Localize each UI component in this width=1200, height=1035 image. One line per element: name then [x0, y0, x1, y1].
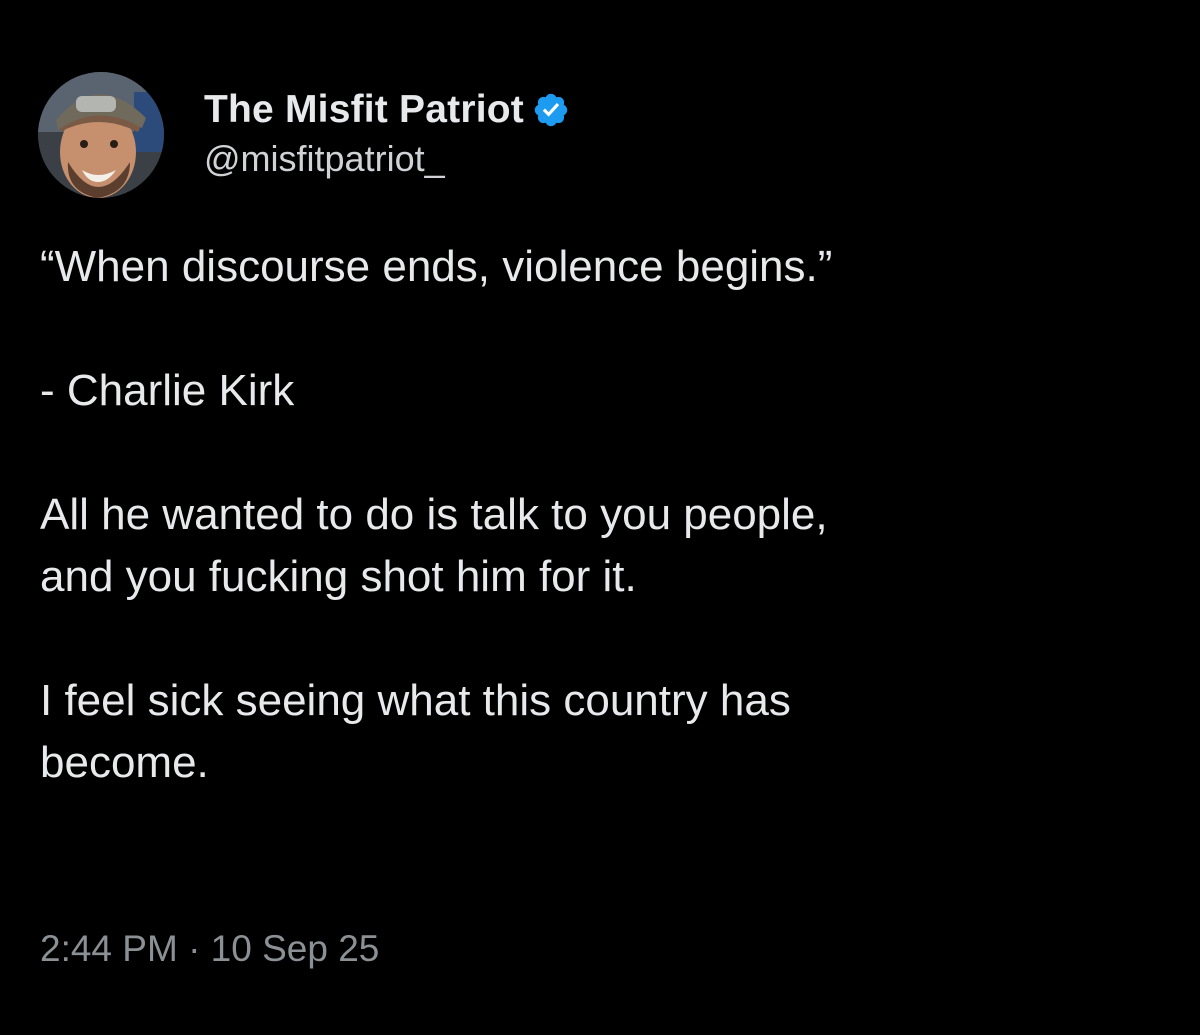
tweet-paragraph-attribution: - Charlie Kirk	[40, 366, 295, 415]
tweet-card: The Misfit Patriot @misfitpatriot_ “When…	[0, 0, 1200, 1035]
tweet-header: The Misfit Patriot @misfitpatriot_	[38, 72, 570, 198]
display-name[interactable]: The Misfit Patriot	[204, 88, 524, 132]
tweet-paragraph-3: I feel sick seeing what this country has…	[40, 676, 791, 787]
tweet-timestamp[interactable]: 2:44 PM · 10 Sep 25	[40, 928, 379, 970]
tweet-text: “When discourse ends, violence begins.” …	[40, 236, 1160, 794]
avatar-photo	[38, 72, 164, 198]
tweet-paragraph-2: All he wanted to do is talk to you peopl…	[40, 490, 828, 601]
author-handle[interactable]: @misfitpatriot_	[204, 138, 570, 180]
display-name-row: The Misfit Patriot	[204, 82, 570, 138]
tweet-paragraph-quote: “When discourse ends, violence begins.”	[40, 242, 833, 291]
verified-check-icon[interactable]	[532, 91, 570, 129]
author-names: The Misfit Patriot @misfitpatriot_	[204, 82, 570, 180]
avatar[interactable]	[38, 72, 164, 198]
